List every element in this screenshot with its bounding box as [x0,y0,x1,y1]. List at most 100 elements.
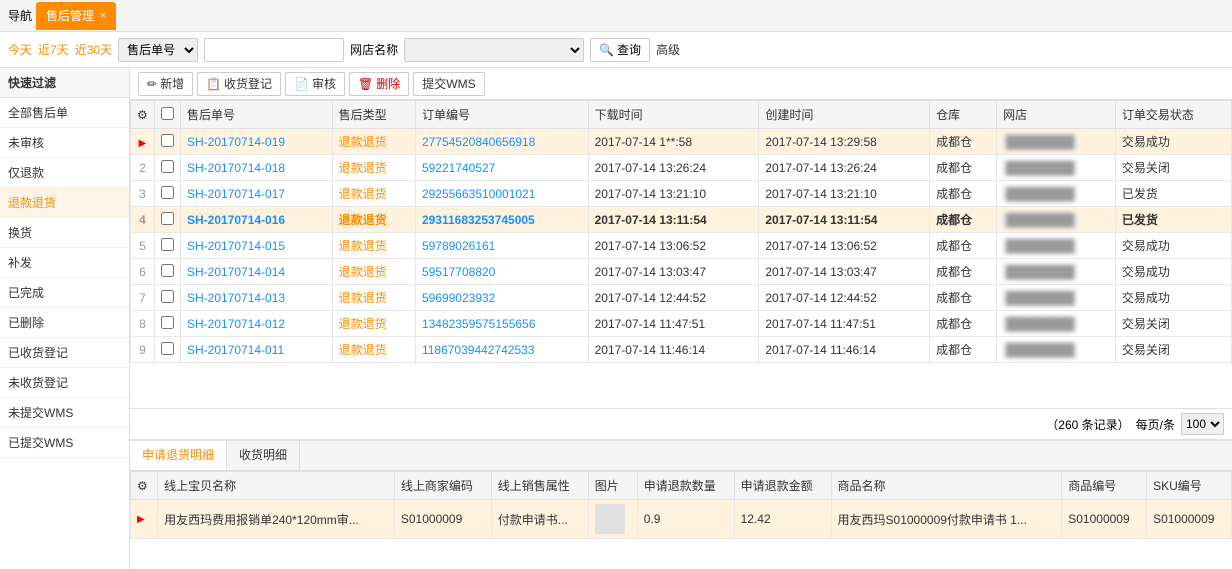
row-checkbox-cell[interactable] [155,129,181,155]
detail-col-settings[interactable]: ⚙ [131,472,158,500]
nav-tab-aftersale[interactable]: 售后管理 × [36,2,116,30]
add-button[interactable]: ✏ 新增 [138,72,193,96]
store-blurred: ████████ [1003,316,1077,332]
detail-col-image: 图片 [588,472,637,500]
table-row[interactable]: 8SH-20170714-012退款退货13482359575155656201… [131,311,1232,337]
table-row[interactable]: 6SH-20170714-014退款退货595177088202017-07-1… [131,259,1232,285]
last7-link[interactable]: 近7天 [38,41,69,58]
row-checkbox-cell[interactable] [155,155,181,181]
sidebar-item-not-received[interactable]: 未收货登记 [0,368,129,398]
row-checkbox-cell[interactable] [155,311,181,337]
table-row[interactable]: 5SH-20170714-015退款退货597890261612017-07-1… [131,233,1232,259]
row-checkbox[interactable] [161,264,174,277]
row-checkbox[interactable] [161,316,174,329]
detail-image [588,500,637,539]
aftersale-id[interactable]: SH-20170714-014 [181,259,333,285]
table-row[interactable]: 9SH-20170714-011退款退货11867039442742533201… [131,337,1232,363]
row-checkbox[interactable] [161,212,174,225]
download-time: 2017-07-14 13:06:52 [588,233,759,259]
order-id[interactable]: 29255663510001021 [415,181,588,207]
search-button[interactable]: 🔍 查询 [590,38,650,62]
order-id[interactable]: 59699023932 [415,285,588,311]
submit-wms-button[interactable]: 提交WMS [413,72,484,96]
per-page-select[interactable]: 100 50 200 [1181,413,1224,435]
row-checkbox-cell[interactable] [155,207,181,233]
sidebar-item-received[interactable]: 已收货登记 [0,338,129,368]
sidebar-item-completed[interactable]: 已完成 [0,278,129,308]
store-select[interactable] [404,38,584,62]
row-checkbox[interactable] [161,186,174,199]
order-id[interactable]: 59789026161 [415,233,588,259]
aftersale-id[interactable]: SH-20170714-011 [181,337,333,363]
sidebar-item-all[interactable]: 全部售后单 [0,98,129,128]
detail-tabs: 申请退货明细 收货明细 [130,441,1232,471]
today-link[interactable]: 今天 [8,41,32,58]
aftersale-id[interactable]: SH-20170714-017 [181,181,333,207]
sidebar-item-not-submitted-wms[interactable]: 未提交WMS [0,398,129,428]
sidebar-item-submitted-wms[interactable]: 已提交WMS [0,428,129,458]
order-id[interactable]: 13482359575155656 [415,311,588,337]
row-checkbox-cell[interactable] [155,337,181,363]
row-checkbox[interactable] [161,290,174,303]
table-row[interactable]: 2SH-20170714-018退款退货592217405272017-07-1… [131,155,1232,181]
store-blurred: ████████ [1003,264,1077,280]
detail-row[interactable]: ▶ 用友西玛费用报销单240*120mm审... S01000009 付款申请书… [131,500,1232,539]
warehouse: 成都仓 [930,337,997,363]
sidebar-item-refund-only[interactable]: 仅退款 [0,158,129,188]
row-checkbox[interactable] [161,160,174,173]
advanced-button[interactable]: 高级 [656,41,680,58]
row-checkbox[interactable] [161,238,174,251]
nav-tab-close[interactable]: × [100,10,106,22]
store: ████████ [997,337,1116,363]
order-id[interactable]: 59221740527 [415,155,588,181]
aftersale-id[interactable]: SH-20170714-012 [181,311,333,337]
aftersale-id[interactable]: SH-20170714-013 [181,285,333,311]
select-all-checkbox[interactable] [161,107,174,120]
order-id[interactable]: 59517708820 [415,259,588,285]
store: ████████ [997,285,1116,311]
order-id[interactable]: 29311683253745005 [415,207,588,233]
row-checkbox[interactable] [161,134,174,147]
sidebar-item-reissue[interactable]: 补发 [0,248,129,278]
main-container: 快速过滤 全部售后单 未审核 仅退款 退款退货 换货 补发 已完成 已删除 已收… [0,68,1232,569]
sidebar-item-exchange[interactable]: 换货 [0,218,129,248]
delete-button[interactable]: 🗑 删除 [349,72,409,96]
aftersale-id[interactable]: SH-20170714-019 [181,129,333,155]
row-checkbox-cell[interactable] [155,285,181,311]
detail-col-attr: 线上销售属性 [491,472,588,500]
col-warehouse: 仓库 [930,101,997,129]
row-checkbox-cell[interactable] [155,259,181,285]
order-id[interactable]: 27754520840656918 [415,129,588,155]
table-row[interactable]: 3SH-20170714-017退款退货29255663510001021201… [131,181,1232,207]
trade-status: 交易成功 [1115,259,1231,285]
detail-tab-return[interactable]: 申请退货明细 [130,441,227,470]
aftersale-type: 退款退货 [332,337,415,363]
detail-tab-receive[interactable]: 收货明细 [227,441,300,470]
table-row[interactable]: 4SH-20170714-016退款退货29311683253745005201… [131,207,1232,233]
row-checkbox[interactable] [161,342,174,355]
last30-link[interactable]: 近30天 [75,41,112,58]
row-num: 7 [131,285,155,311]
warehouse: 成都仓 [930,207,997,233]
order-type-select[interactable]: 售后单号 [118,38,198,62]
total-count: （260 条记录） [1046,416,1129,433]
sidebar-item-unaudited[interactable]: 未审核 [0,128,129,158]
sidebar-item-refund-return[interactable]: 退款退货 [0,188,129,218]
aftersale-id[interactable]: SH-20170714-016 [181,207,333,233]
order-id[interactable]: 11867039442742533 [415,337,588,363]
aftersale-id[interactable]: SH-20170714-018 [181,155,333,181]
table-row[interactable]: ▶SH-20170714-019退款退货27754520840656918201… [131,129,1232,155]
receive-button[interactable]: 📋 收货登记 [197,72,281,96]
content-area: ✏ 新增 📋 收货登记 📄 审核 🗑 删除 提交WMS [130,68,1232,569]
aftersale-type: 退款退货 [332,259,415,285]
sidebar-item-deleted[interactable]: 已删除 [0,308,129,338]
row-checkbox-cell[interactable] [155,233,181,259]
aftersale-type: 退款退货 [332,285,415,311]
search-input[interactable] [204,38,344,62]
aftersale-id[interactable]: SH-20170714-015 [181,233,333,259]
col-settings[interactable]: ⚙ [131,101,155,129]
sidebar-header: 快速过滤 [0,68,129,98]
table-row[interactable]: 7SH-20170714-013退款退货596990239322017-07-1… [131,285,1232,311]
row-checkbox-cell[interactable] [155,181,181,207]
audit-button[interactable]: 📄 审核 [285,72,345,96]
